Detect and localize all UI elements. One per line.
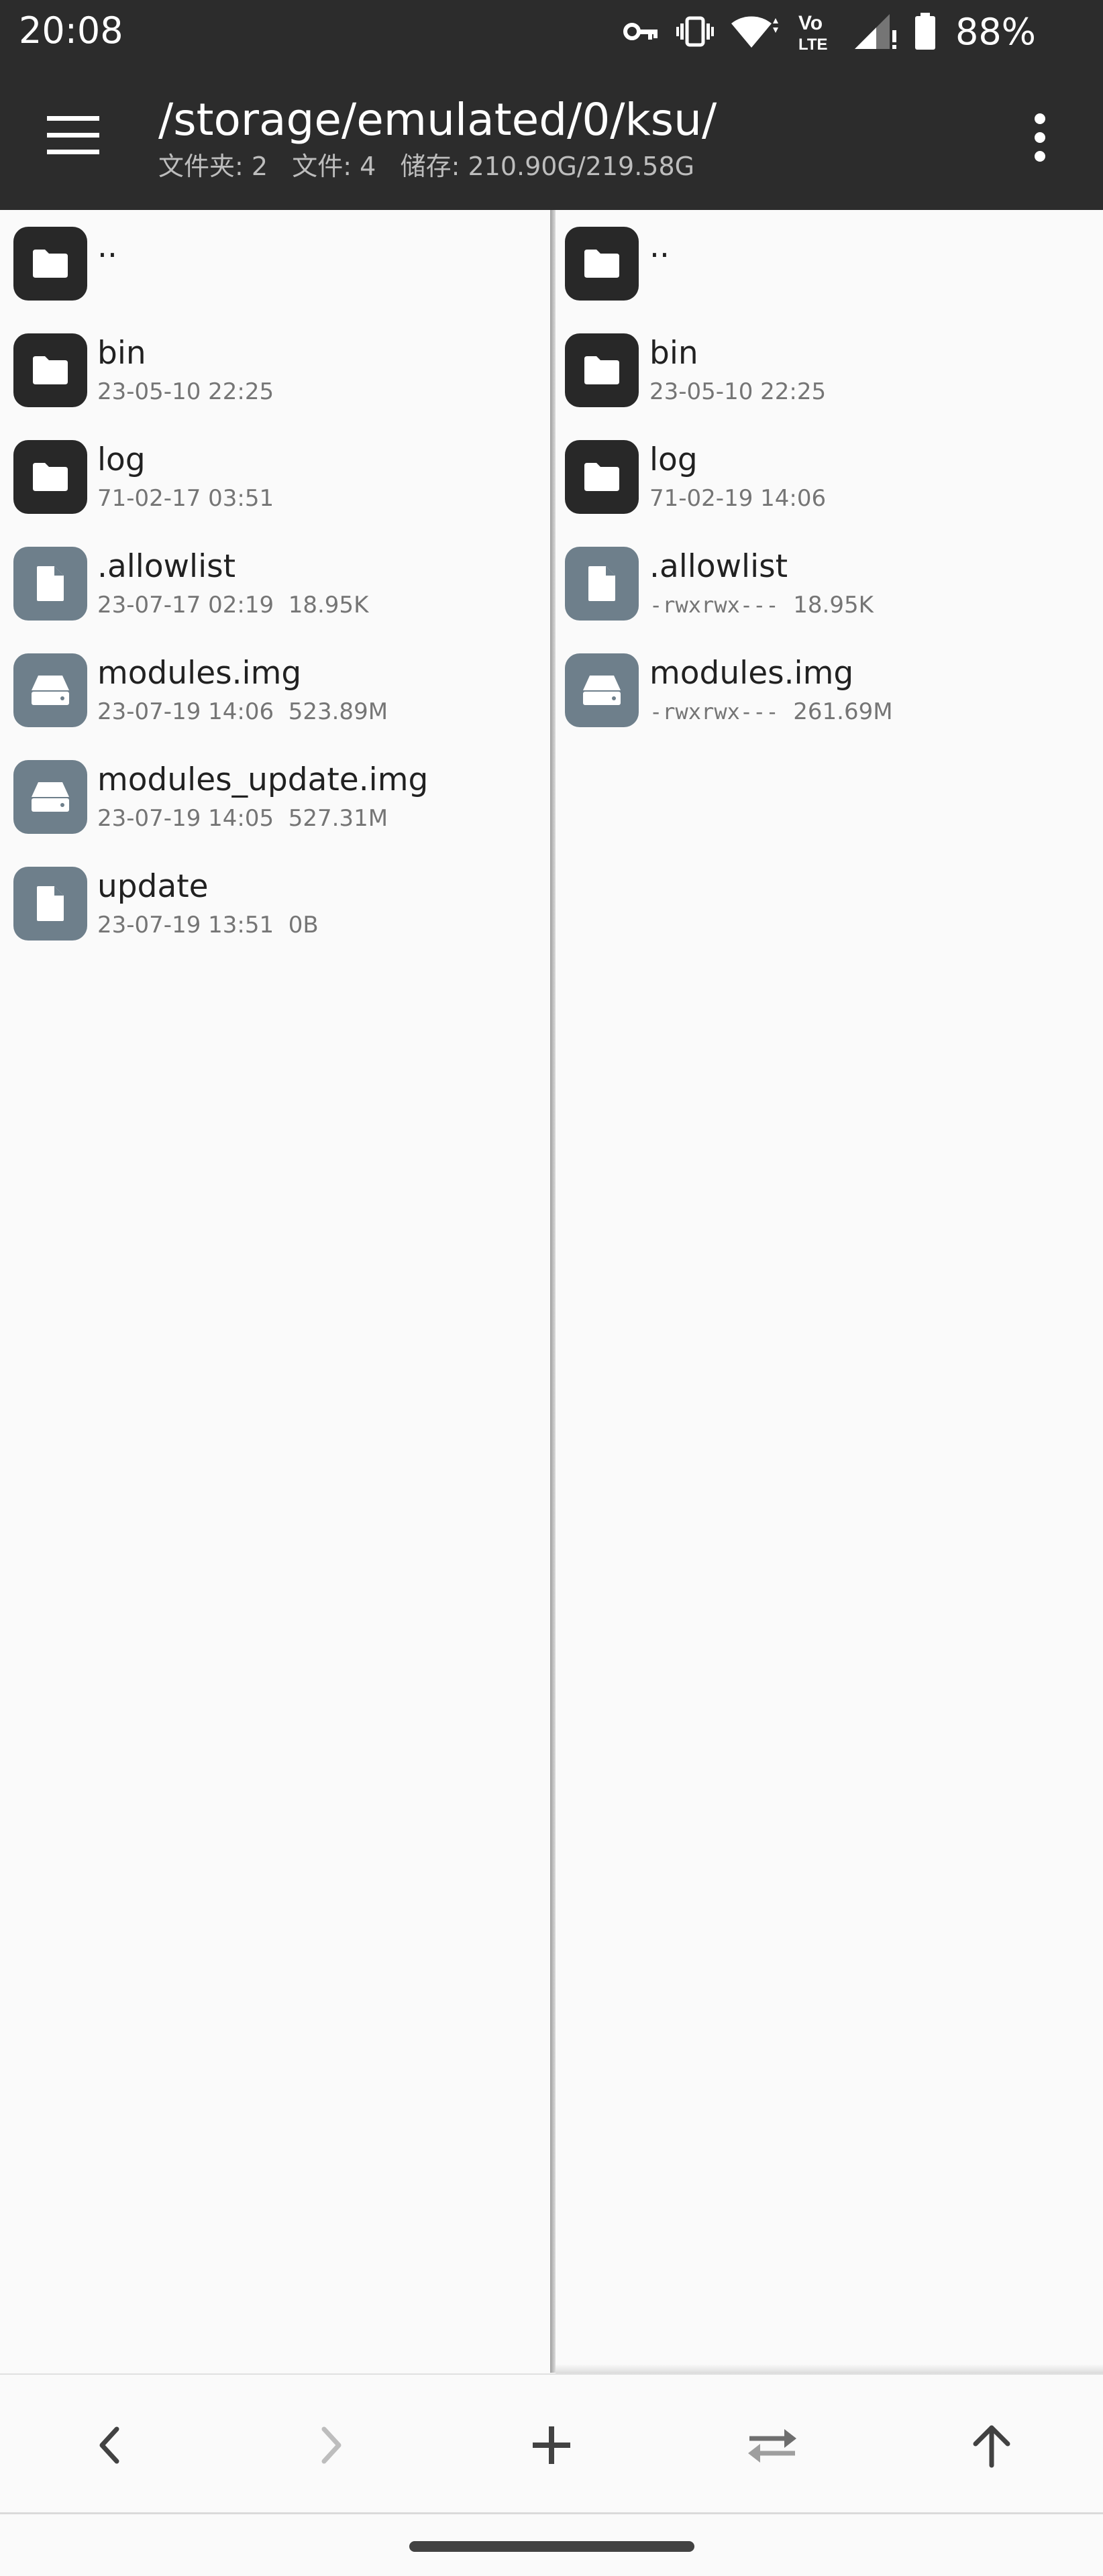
file-size: 18.95K (793, 592, 874, 619)
list-item-log[interactable]: log 71-02-19 14:06 (556, 423, 1103, 530)
left-file-pane[interactable]: .. bin 23-05-10 22:25 log 71-02-17 03:51… (0, 210, 550, 2373)
list-item-log[interactable]: log 71-02-17 03:51 (0, 423, 550, 530)
add-icon (533, 2426, 570, 2464)
list-item-update[interactable]: update 23-07-19 13:51 0B (0, 850, 550, 957)
list-item-allowlist[interactable]: .allowlist -rwxrwx--- 18.95K (556, 530, 1103, 637)
file-name: .. (97, 228, 117, 265)
folder-icon (13, 440, 87, 514)
back-icon (99, 2426, 119, 2464)
folder-info: 文件夹: 2 文件: 4 储存: 210.90G/219.58G (158, 152, 695, 181)
pane-divider[interactable] (550, 210, 556, 2373)
menu-button[interactable] (47, 116, 99, 155)
current-path: /storage/emulated/0/ksu/ (158, 94, 717, 146)
file-name: bin (649, 335, 698, 372)
file-icon (13, 867, 87, 941)
forward-button[interactable] (287, 2402, 374, 2489)
file-icon (13, 547, 87, 621)
file-name: modules_update.img (97, 761, 429, 798)
file-meta: 23-07-19 13:51 0B (97, 912, 319, 938)
swap-panes-button[interactable] (729, 2402, 816, 2489)
file-meta: 71-02-17 03:51 (97, 485, 274, 512)
file-meta: 23-07-19 14:06 523.89M (97, 698, 388, 725)
file-name: .allowlist (97, 548, 236, 585)
up-icon (973, 2425, 1010, 2468)
signal-icon (853, 13, 898, 50)
battery-percent: 88% (955, 10, 1036, 53)
file-name: update (97, 868, 209, 905)
status-icons: Vo LTE 88% (623, 9, 1036, 54)
volte-label-top: Vo (798, 12, 823, 34)
add-button[interactable] (508, 2402, 595, 2489)
folder-icon (13, 227, 87, 301)
file-permissions: -rwxrwx--- (649, 699, 779, 724)
file-meta: 71-02-19 14:06 (649, 485, 827, 512)
app-bar: /storage/emulated/0/ksu/ 文件夹: 2 文件: 4 储存… (0, 64, 1103, 210)
back-button[interactable] (66, 2402, 154, 2489)
home-indicator[interactable] (409, 2541, 694, 2552)
volte-label-bottom: LTE (798, 36, 828, 52)
hamburger-icon (47, 116, 99, 154)
battery-icon (914, 13, 937, 50)
wifi-icon (730, 14, 780, 49)
file-permissions: -rwxrwx--- (649, 592, 779, 618)
list-item-bin[interactable]: bin 23-05-10 22:25 (556, 317, 1103, 423)
file-meta: 23-07-19 14:05 527.31M (97, 805, 388, 832)
file-name: .allowlist (649, 548, 788, 585)
list-item-modules-img[interactable]: modules.img -rwxrwx--- 261.69M (556, 637, 1103, 743)
file-name: log (97, 441, 146, 478)
bottom-divider (0, 2512, 1103, 2514)
list-item-parent[interactable]: .. (0, 210, 550, 317)
list-item-bin[interactable]: bin 23-05-10 22:25 (0, 317, 550, 423)
swap-icon (748, 2429, 796, 2463)
disk-image-icon (13, 653, 87, 727)
pane-bottom-shadow (556, 2364, 1103, 2373)
file-meta: 23-05-10 22:25 (649, 378, 827, 405)
list-item-modules-update-img[interactable]: modules_update.img 23-07-19 14:05 527.31… (0, 743, 550, 850)
file-name: .. (649, 228, 670, 265)
right-file-pane[interactable]: .. bin 23-05-10 22:25 log 71-02-19 14:06… (556, 210, 1103, 2373)
more-vert-icon (1035, 113, 1045, 162)
up-button[interactable] (948, 2402, 1035, 2489)
file-meta: 23-05-10 22:25 (97, 378, 274, 405)
status-time: 20:08 (19, 9, 123, 52)
file-meta: -rwxrwx--- 261.69M (649, 697, 893, 727)
volte-icon: Vo LTE (796, 11, 837, 52)
more-options-button[interactable] (1024, 112, 1056, 163)
forward-icon (321, 2426, 342, 2464)
top-bar: 20:08 Vo LTE 88% /storage/emulated/0/ksu… (0, 0, 1103, 210)
folder-icon (565, 227, 639, 301)
file-name: modules.img (649, 655, 854, 692)
list-item-parent[interactable]: .. (556, 210, 1103, 317)
file-meta: -rwxrwx--- 18.95K (649, 590, 874, 620)
file-size: 261.69M (793, 698, 893, 725)
list-item-modules-img[interactable]: modules.img 23-07-19 14:06 523.89M (0, 637, 550, 743)
file-icon (565, 547, 639, 621)
file-name: modules.img (97, 655, 302, 692)
file-name: log (649, 441, 698, 478)
list-item-allowlist[interactable]: .allowlist 23-07-17 02:19 18.95K (0, 530, 550, 637)
file-meta: 23-07-17 02:19 18.95K (97, 592, 369, 619)
disk-image-icon (13, 760, 87, 834)
file-name: bin (97, 335, 146, 372)
disk-image-icon (565, 653, 639, 727)
vpn-key-icon (623, 18, 660, 45)
bottom-toolbar (0, 2373, 1103, 2516)
vibrate-icon (676, 14, 714, 49)
folder-icon (13, 333, 87, 407)
folder-icon (565, 440, 639, 514)
status-bar: 20:08 Vo LTE 88% (0, 0, 1103, 64)
folder-icon (565, 333, 639, 407)
